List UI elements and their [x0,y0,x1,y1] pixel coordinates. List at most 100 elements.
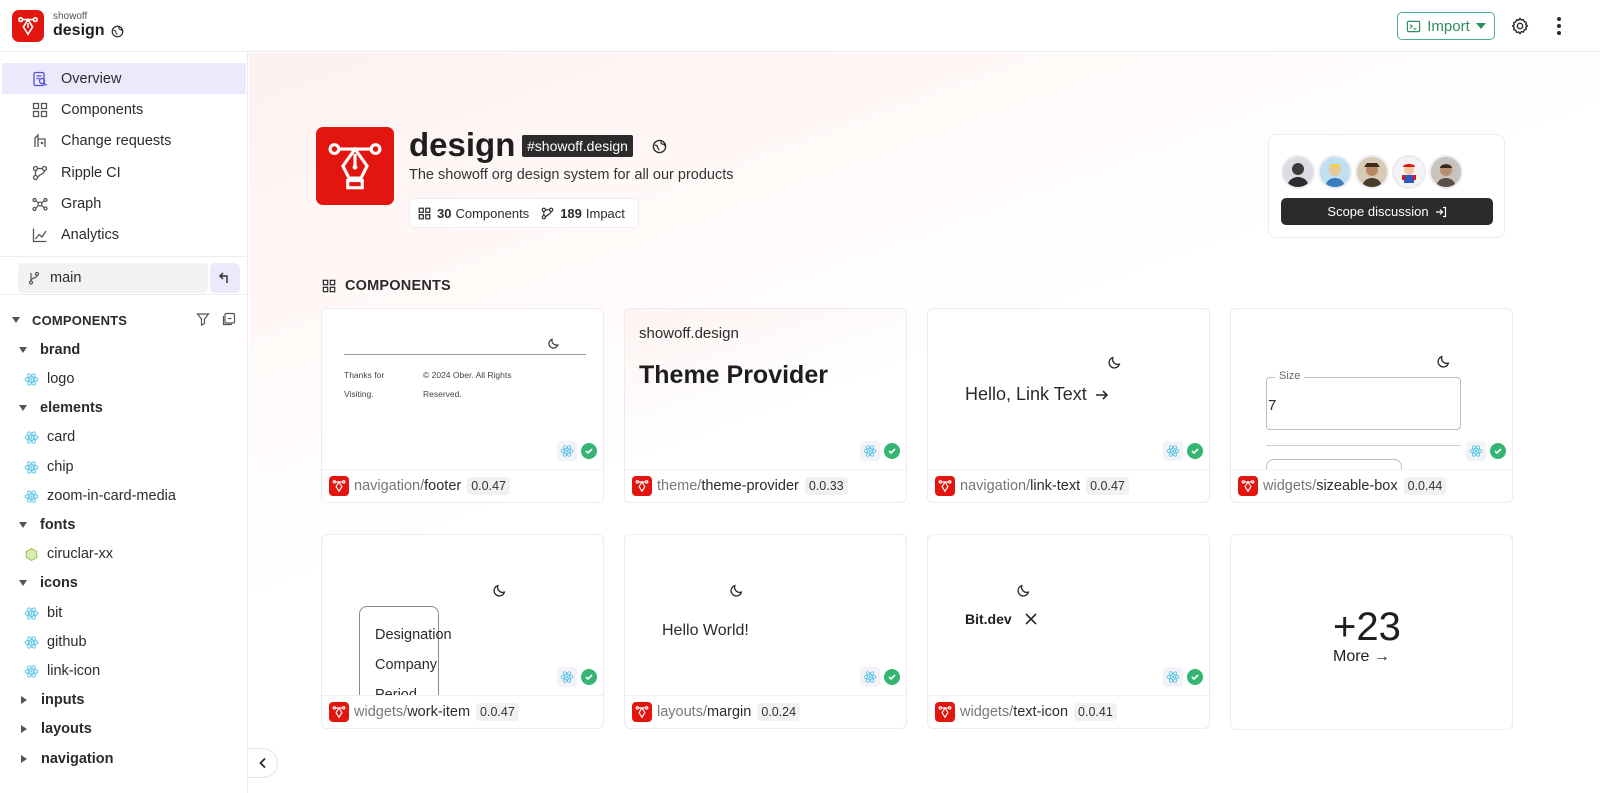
scope-id-tag[interactable]: #showoff.design [522,135,633,157]
expanded-triangle-icon [19,522,27,528]
scope-logo-icon [935,476,955,496]
sidebar-item-label: Components [61,101,144,118]
tree-folder-elements[interactable]: elements [0,394,103,422]
component-preview: Hello, Link Text [928,309,1209,469]
status-badges [1466,441,1506,461]
moon-icon [548,338,559,349]
tree-folder-inputs[interactable]: inputs [0,686,85,714]
scope-name[interactable]: design [53,22,124,40]
component-card-footer[interactable]: Thanks for Visiting. © 2024 Ober. All Ri… [321,308,604,503]
component-name: theme-provider [701,478,799,494]
more-components-card[interactable]: +23 More → [1230,534,1513,730]
component-card-work-item[interactable]: Designation Company Period widgets/ work… [321,534,604,729]
react-icon [860,441,880,461]
text-icon-label: Bit.dev [965,611,1012,627]
enter-icon [1435,206,1447,218]
component-namespace: widgets/ [960,704,1014,720]
sidebar-item-change-requests[interactable]: Change requests [2,125,246,156]
tree-folder-icons[interactable]: icons [0,569,78,597]
component-card-sizeable-box[interactable]: Size 7 widgets/ sizeable-box 0.0.44 [1230,308,1513,503]
version-badge: 0.0.47 [1086,477,1129,495]
org-name[interactable]: showoff [53,11,87,22]
tree-item-chip[interactable]: chip [0,453,74,481]
tree-label: icons [40,575,78,591]
component-card-footer-bar: theme/ theme-provider 0.0.33 [625,469,906,502]
theme-preview-small: showoff.design [639,325,739,342]
tree-item-zoom-in-card-media[interactable]: zoom-in-card-media [0,482,176,510]
scope-logo-icon [1238,476,1258,496]
component-card-footer-bar: widgets/ text-icon 0.0.41 [928,695,1209,728]
tree-item-card[interactable]: card [0,423,75,451]
tree-folder-layouts[interactable]: layouts [0,715,92,743]
sidebar-item-components[interactable]: Components [2,94,246,125]
version-badge: 0.0.33 [804,477,848,495]
filter-icon[interactable] [196,312,210,326]
component-card-footer-bar: layouts/ margin 0.0.24 [625,695,906,728]
close-icon [1025,613,1037,625]
ripple-ci-icon [31,164,49,182]
react-icon [24,664,39,679]
scope-discussion-label: Scope discussion [1327,204,1429,219]
import-button[interactable]: Import [1397,12,1495,40]
tree-label: bit [47,605,63,621]
gear-icon[interactable] [1510,16,1530,36]
avatar[interactable] [1429,155,1463,189]
scope-logo-icon [632,476,652,496]
scope-logo-icon[interactable] [12,10,44,42]
avatar[interactable] [1281,155,1315,189]
scope-hero-logo-icon [316,127,394,205]
tree-folder-brand[interactable]: brand [0,336,80,364]
components-count-label: Components [455,205,530,221]
sidebar-item-overview[interactable]: Overview [2,63,246,94]
avatar[interactable] [1355,155,1389,189]
component-name: text-icon [1013,704,1069,720]
status-badges [557,667,597,687]
component-card-text-icon[interactable]: Bit.dev widgets/ text-icon 0.0.41 [927,534,1210,729]
component-card-link-text[interactable]: Hello, Link Text navigation/ link-text 0… [927,308,1210,503]
sidebar-item-graph[interactable]: Graph [2,188,246,219]
tree-item-logo[interactable]: logo [0,365,74,393]
avatar[interactable] [1318,155,1352,189]
expanded-triangle-icon [19,405,27,411]
tree-label: logo [47,371,75,387]
more-link[interactable]: More → [1333,648,1390,666]
sidebar-item-analytics[interactable]: Analytics [2,219,246,250]
work-item-line: Designation [375,627,452,643]
scope-discussion-button[interactable]: Scope discussion [1281,198,1493,225]
component-card-margin[interactable]: Hello World! layouts/ margin 0.0.24 [624,534,907,729]
component-name: footer [424,478,462,494]
expanded-triangle-icon [19,347,27,353]
branch-selector[interactable]: main [18,263,208,293]
graph-icon [31,195,49,213]
components-icon [322,279,336,293]
more-options-icon[interactable] [1556,16,1562,36]
avatar[interactable] [1392,155,1426,189]
tree-label: inputs [41,692,85,708]
tree-item-link-icon[interactable]: link-icon [0,657,100,685]
impact-icon [541,207,554,220]
tree-folder-fonts[interactable]: fonts [0,511,75,539]
collapse-all-icon[interactable] [222,312,236,326]
margin-preview-text: Hello World! [662,622,749,639]
work-item-line: Company [375,657,438,673]
component-card-theme-provider[interactable]: showoff.design Theme Provider theme/ the… [624,308,907,503]
more-count: +23 [1333,605,1401,649]
scope-logo-icon [935,702,955,722]
tree-label: navigation [41,751,114,767]
component-preview: Size 7 [1231,309,1512,469]
tree-folder-navigation[interactable]: navigation [0,745,114,773]
components-count: 30 [437,205,452,221]
tree-label: ciruclar-xx [47,546,114,562]
caret-down-icon [1475,23,1486,29]
sidebar-item-ripple-ci[interactable]: Ripple CI [2,157,246,188]
tree-item-github[interactable]: github [0,628,87,656]
section-title-label: COMPONENTS [345,278,451,294]
tree-item-ciruclar-xx[interactable]: ciruclar-xx [0,540,113,568]
components-tree-header[interactable]: COMPONENTS [0,310,246,330]
collapse-sidebar-button[interactable] [248,748,278,778]
build-success-icon [1187,669,1203,685]
impact-count: 189 [560,205,582,221]
tree-item-bit[interactable]: bit [0,599,62,627]
back-arrow-icon[interactable] [210,263,240,293]
page-title: design [409,126,516,163]
